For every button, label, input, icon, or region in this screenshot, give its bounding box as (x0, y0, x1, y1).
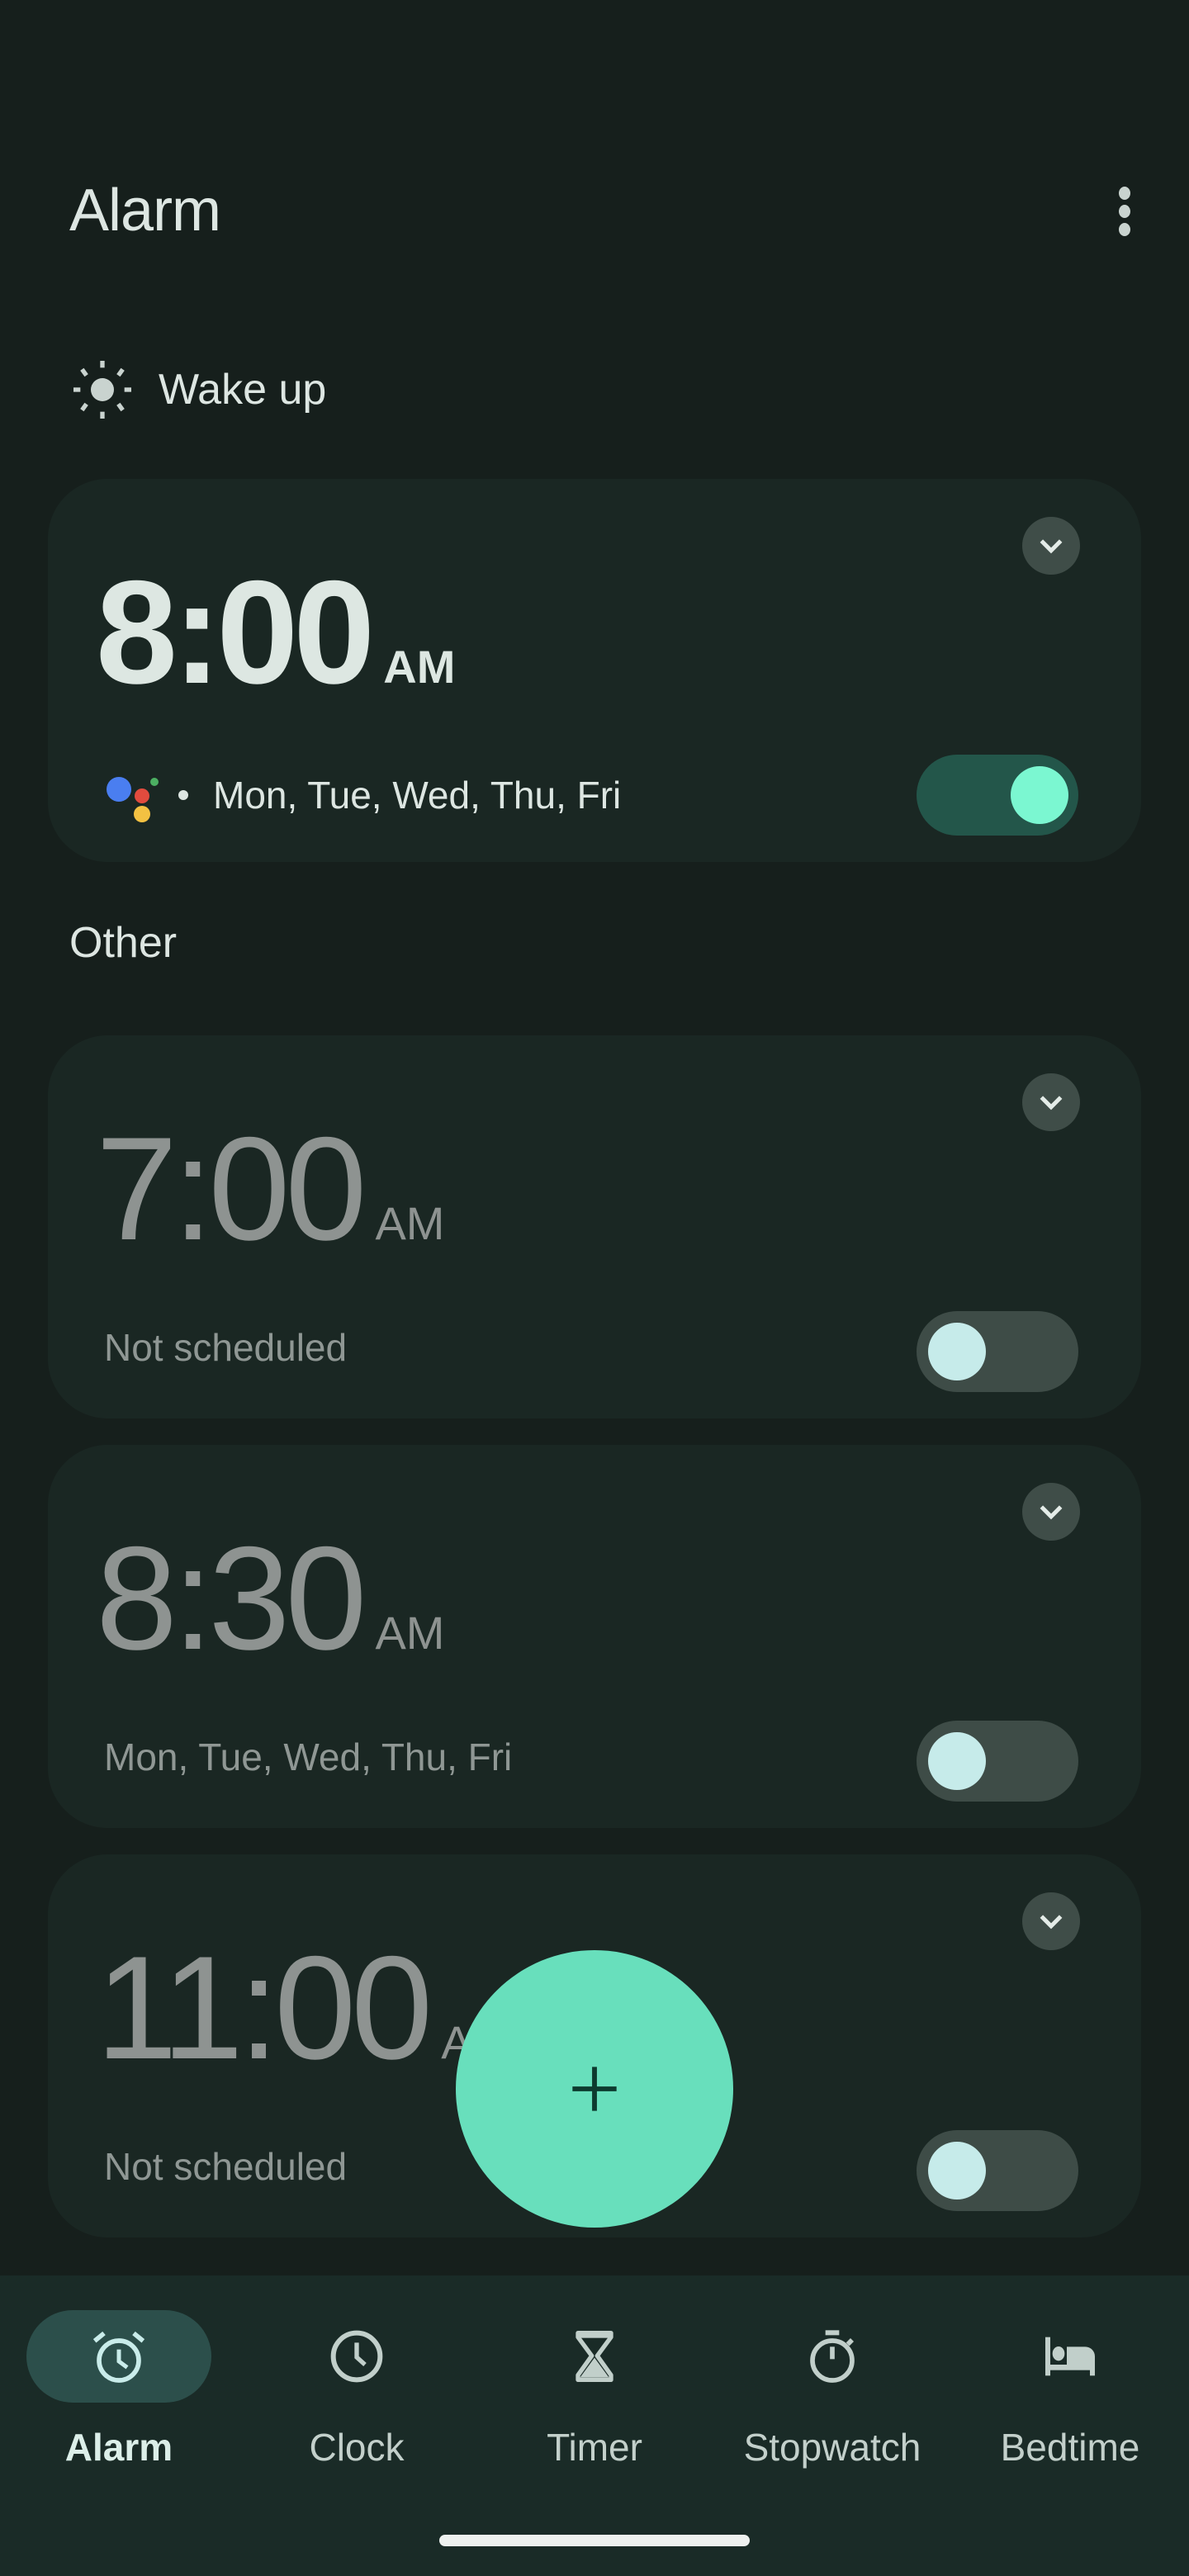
wake-up-label: Wake up (159, 366, 327, 414)
alarm-ampm: AM (375, 1607, 445, 1659)
alarm-schedule: Not scheduled (104, 1326, 348, 1369)
more-vert-icon (1119, 187, 1130, 200)
nav-label: Clock (309, 2426, 405, 2469)
alarm-schedule: Mon, Tue, Wed, Thu, Fri (213, 774, 622, 817)
toggle-knob (928, 1732, 986, 1790)
wake-up-section-header: Wake up (69, 357, 326, 423)
home-indicator[interactable] (439, 2535, 750, 2546)
nav-label: Alarm (64, 2426, 173, 2469)
alarm-ampm: AM (383, 641, 456, 693)
stopwatch-icon (810, 2330, 855, 2383)
alarm-time[interactable]: 11:00 AM (96, 1925, 510, 2091)
alarm-time-value: 7:00 (96, 1106, 367, 1271)
chevron-down-icon (1040, 1915, 1063, 1930)
alarm-ampm: AM (375, 1197, 445, 1249)
chevron-down-icon (1040, 1505, 1063, 1520)
alarm-time[interactable]: 8:30 AM (96, 1516, 444, 1681)
nav-item-bedtime[interactable]: Bedtime (951, 2310, 1189, 2475)
alarm-card[interactable]: 8:30 AM Mon, Tue, Wed, Thu, Fri (48, 1445, 1141, 1828)
alarm-time-value: 8:00 (96, 550, 375, 714)
clock-icon (330, 2330, 383, 2383)
alarm-schedule-row: Not scheduled (104, 2143, 347, 2190)
toggle-knob (928, 2142, 986, 2200)
alarm-card[interactable]: 7:00 AM Not scheduled (48, 1035, 1141, 1418)
nav-item-timer[interactable]: Timer (476, 2310, 713, 2475)
alarm-time[interactable]: 8:00 AM (96, 550, 455, 715)
add-alarm-button[interactable] (456, 1950, 733, 2228)
nav-active-indicator (26, 2310, 211, 2403)
hourglass-icon (576, 2331, 613, 2382)
alarm-time[interactable]: 7:00 AM (96, 1106, 444, 1271)
alarm-schedule-row: Mon, Tue, Wed, Thu, Fri (104, 1734, 512, 1780)
alarm-schedule: Mon, Tue, Wed, Thu, Fri (104, 1735, 513, 1778)
nav-label: Stopwatch (743, 2426, 921, 2469)
google-assistant-icon (107, 777, 159, 822)
expand-alarm-button[interactable] (1022, 1892, 1080, 1950)
other-section-header: Other (69, 919, 178, 967)
alarm-schedule-row: Not scheduled (104, 1324, 347, 1371)
expand-alarm-button[interactable] (1022, 517, 1080, 575)
alarm-time-value: 8:30 (96, 1516, 367, 1680)
nav-label: Timer (547, 2426, 642, 2469)
nav-label: Bedtime (1000, 2426, 1140, 2469)
nav-item-clock[interactable]: Clock (238, 2310, 476, 2475)
chevron-down-icon (1040, 539, 1063, 554)
alarm-toggle[interactable] (917, 1721, 1078, 1802)
bed-icon (1045, 2337, 1095, 2376)
bottom-navigation: Alarm Clock Timer Stopwatch Bedtime (0, 2275, 1189, 2576)
expand-alarm-button[interactable] (1022, 1073, 1080, 1131)
toggle-knob (1011, 766, 1068, 824)
alarm-time-value: 11:00 (96, 1925, 433, 2090)
page-title: Alarm (69, 178, 221, 244)
alarm-card[interactable]: 8:00 AM Mon, Tue, Wed, Thu, Fri (48, 479, 1141, 862)
sun-icon (73, 361, 131, 419)
alarm-clock-icon (92, 2331, 145, 2383)
nav-item-stopwatch[interactable]: Stopwatch (713, 2310, 951, 2475)
nav-item-alarm[interactable]: Alarm (0, 2310, 238, 2475)
plus-icon (572, 2067, 617, 2111)
chevron-down-icon (1040, 1096, 1063, 1110)
alarm-toggle[interactable] (917, 1311, 1078, 1392)
expand-alarm-button[interactable] (1022, 1483, 1080, 1541)
alarm-toggle[interactable] (917, 755, 1078, 836)
alarm-schedule-row: Mon, Tue, Wed, Thu, Fri (104, 768, 621, 822)
alarm-toggle[interactable] (917, 2130, 1078, 2211)
separator-dot (178, 790, 188, 800)
alarm-schedule: Not scheduled (104, 2145, 348, 2188)
more-options-button[interactable] (1103, 182, 1146, 241)
toggle-knob (928, 1323, 986, 1380)
